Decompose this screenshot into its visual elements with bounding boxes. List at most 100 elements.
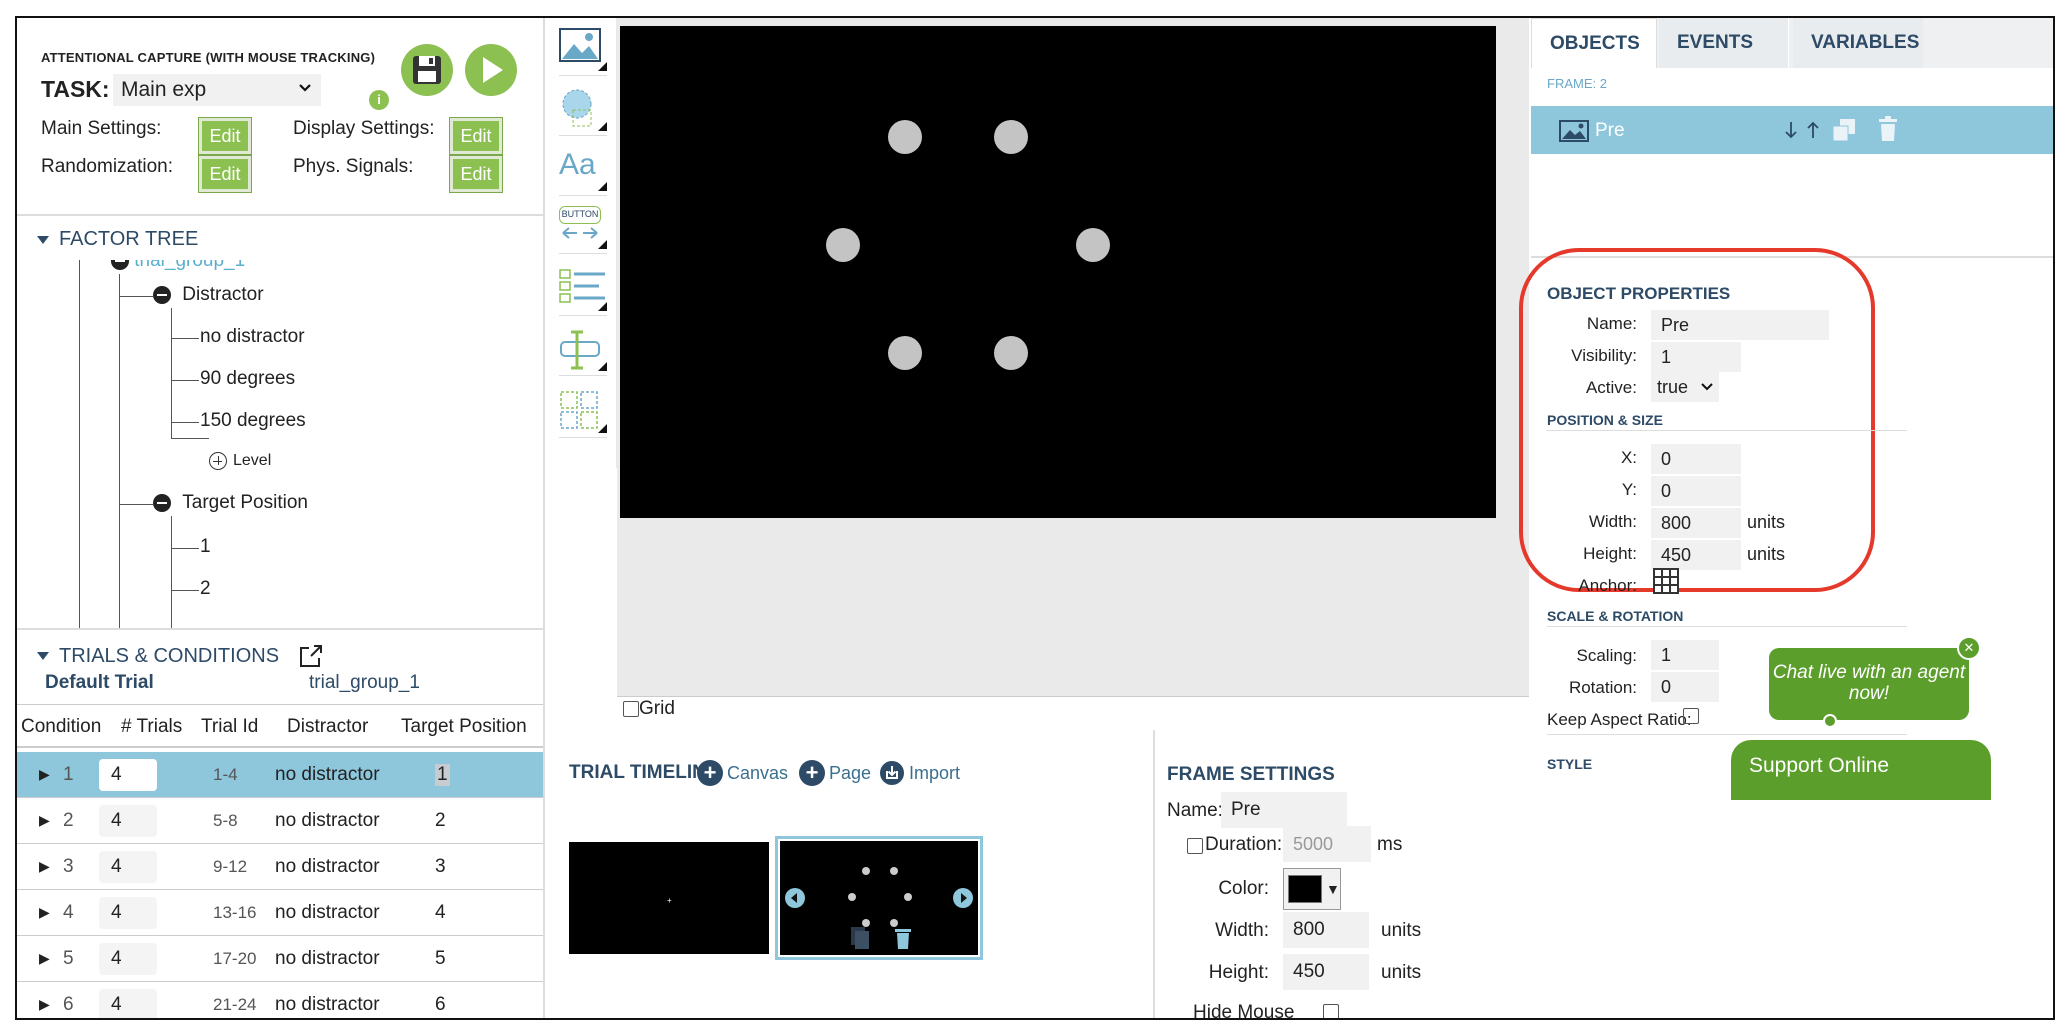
y-input[interactable]: 0 [1651,476,1741,506]
expand-row-icon[interactable]: ▶ [39,950,50,967]
frame-width-input[interactable]: 800 [1283,912,1369,948]
grid-checkbox[interactable] [623,701,639,717]
frame-height-input[interactable]: 450 [1283,954,1369,990]
table-row[interactable]: ▶ 2 4 5-8 no distractor 2 [17,798,543,844]
col-distractor[interactable]: Distractor [287,716,368,738]
display-settings-edit-button[interactable]: Edit [449,117,503,155]
text-tool-button[interactable]: Aa [559,148,607,196]
stimulus-dot[interactable] [994,336,1028,370]
trash-icon[interactable] [892,925,914,951]
copy-icon[interactable] [848,925,870,951]
chat-bubble[interactable]: Chat live with an agent now! [1769,648,1969,720]
trials-count-input[interactable]: 4 [99,897,157,929]
main-settings-edit-button[interactable]: Edit [198,117,252,155]
col-trial-id[interactable]: Trial Id [201,716,258,738]
grid-toggle[interactable]: Grid [623,698,675,720]
frame-thumbnail-2[interactable] [775,836,983,960]
trash-icon[interactable] [1877,116,1899,142]
expand-row-icon[interactable]: ▶ [39,858,50,875]
visibility-input[interactable]: 1 [1651,342,1741,372]
trials-header[interactable]: TRIALS & CONDITIONS [37,642,325,670]
image-tool-button[interactable] [559,28,607,76]
external-link-icon[interactable] [297,642,325,670]
level-2[interactable]: 2 [200,578,211,600]
collapse-icon[interactable] [153,285,171,304]
trials-count-input[interactable]: 4 [99,759,157,791]
input-tool-button[interactable] [559,328,607,376]
question-tool-button[interactable] [559,268,607,316]
grid-tool-button[interactable] [559,390,607,438]
grid-label: Grid [639,698,675,719]
run-button[interactable] [465,44,517,96]
duration-input[interactable]: 5000 [1283,826,1371,862]
stimulus-dot[interactable] [888,120,922,154]
table-row[interactable]: ▶ 5 4 17-20 no distractor 5 [17,936,543,982]
randomization-edit-button[interactable]: Edit [198,155,252,193]
active-select[interactable]: true [1651,372,1719,402]
import-button[interactable]: Import [879,760,960,786]
stimulus-dot[interactable] [1076,228,1110,262]
support-online-button[interactable]: Support Online [1731,740,1991,800]
table-row[interactable]: ▶ 4 4 13-16 no distractor 4 [17,890,543,936]
task-select[interactable]: Main exp [113,74,321,106]
col-trials[interactable]: # Trials [121,716,182,738]
height-input[interactable]: 450 [1651,540,1741,570]
tab-objects[interactable]: OBJECTS [1531,18,1657,68]
rotation-input[interactable]: 0 [1651,672,1719,702]
frame-thumbnail-1[interactable]: + [569,842,769,954]
level-no-distractor[interactable]: no distractor [200,326,305,348]
save-button[interactable] [401,44,453,96]
name-input[interactable]: Pre [1651,310,1829,340]
collapse-icon[interactable] [111,260,129,270]
info-icon[interactable]: i [369,90,389,110]
expand-row-icon[interactable]: ▶ [39,996,50,1013]
level-90-degrees[interactable]: 90 degrees [200,368,295,390]
arrow-down-icon[interactable] [1783,120,1799,140]
expand-row-icon[interactable]: ▶ [39,904,50,921]
add-canvas-button[interactable]: + Canvas [697,760,788,786]
chat-close-icon[interactable]: ✕ [1957,636,1981,660]
col-target-position[interactable]: Target Position [401,716,527,738]
table-row[interactable]: ▶ 1 4 1-4 no distractor 1 [17,752,543,798]
arrow-up-icon[interactable] [1805,120,1821,140]
add-page-button[interactable]: + Page [799,760,871,786]
table-row[interactable]: ▶ 3 4 9-12 no distractor 3 [17,844,543,890]
col-condition[interactable]: Condition [21,716,101,738]
frame-name-input[interactable]: Pre [1221,792,1347,828]
level-150-degrees[interactable]: 150 degrees [200,410,306,432]
button-tool-button[interactable]: BUTTON [559,206,607,254]
duplicate-icon[interactable] [1831,118,1857,142]
tab-variables[interactable]: VARIABLES [1793,18,1923,68]
stimulus-dot[interactable] [826,228,860,262]
frame-color-picker[interactable]: ▼ [1283,868,1341,910]
factor-tree-header[interactable]: FACTOR TREE [37,228,198,251]
move-right-icon[interactable] [952,887,974,909]
x-input[interactable]: 0 [1651,444,1741,474]
width-input[interactable]: 800 [1651,508,1741,538]
collapse-icon[interactable] [153,493,171,512]
level-1[interactable]: 1 [200,536,211,558]
table-row[interactable]: ▶ 6 4 21-24 no distractor 6 [17,982,543,1018]
tree-group-label[interactable]: trial_group_1 [134,260,245,271]
trials-count-input[interactable]: 4 [99,851,157,883]
hide-mouse-checkbox[interactable] [1323,1004,1339,1018]
expand-row-icon[interactable]: ▶ [39,766,50,783]
expand-row-icon[interactable]: ▶ [39,812,50,829]
stimulus-canvas[interactable] [620,26,1496,518]
anchor-grid-icon[interactable] [1653,568,1679,594]
object-list-item[interactable]: Pre [1531,106,2053,154]
trials-count-input[interactable]: 4 [99,805,157,837]
shape-tool-button[interactable] [559,88,607,136]
tab-events[interactable]: EVENTS [1659,18,1789,68]
trials-count-input[interactable]: 4 [99,943,157,975]
move-left-icon[interactable] [784,887,806,909]
duration-checkbox[interactable] [1187,838,1203,854]
stimulus-dot[interactable] [888,336,922,370]
scaling-input[interactable]: 1 [1651,640,1719,670]
phys-signals-edit-button[interactable]: Edit [449,155,503,193]
stimulus-dot[interactable] [994,120,1028,154]
add-level-button[interactable]: Level [209,452,271,470]
image-icon [1559,120,1589,142]
trials-count-input[interactable]: 4 [99,989,157,1018]
keep-aspect-checkbox[interactable] [1683,708,1699,724]
